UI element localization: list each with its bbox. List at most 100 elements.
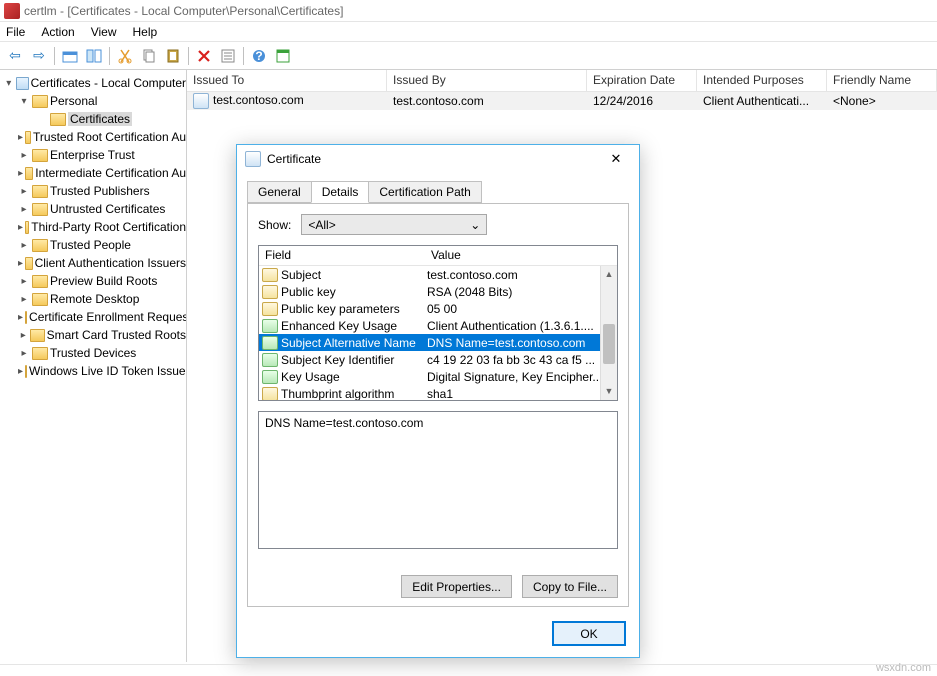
tree-item[interactable]: ▸Trusted People (0, 236, 186, 254)
copy-button[interactable] (138, 45, 160, 67)
toolbar-separator (188, 47, 189, 65)
field-name: Subject Alternative Name (281, 336, 427, 350)
tree-item[interactable]: ▸Enterprise Trust (0, 146, 186, 164)
tab-certification-path[interactable]: Certification Path (368, 181, 481, 203)
tree-root[interactable]: ▾Certificates - Local Computer (0, 74, 186, 92)
forward-button[interactable] (28, 45, 50, 67)
close-icon[interactable]: ✕ (601, 151, 631, 167)
field-row[interactable]: Public key parameters05 00 (259, 300, 617, 317)
field-row[interactable]: Public keyRSA (2048 Bits) (259, 283, 617, 300)
field-name: Enhanced Key Usage (281, 319, 427, 333)
tree-item[interactable]: ▸Certificate Enrollment Reques (0, 308, 186, 326)
refresh-button[interactable] (272, 45, 294, 67)
tree-item[interactable]: ▸Trusted Root Certification Au (0, 128, 186, 146)
show-value: <All> (308, 218, 335, 232)
toolbar-separator (243, 47, 244, 65)
col-expiration[interactable]: Expiration Date (587, 70, 697, 91)
field-icon (262, 319, 278, 333)
show-dropdown[interactable]: <All> ⌄ (301, 214, 487, 235)
cell-expiration: 12/24/2016 (587, 94, 697, 108)
tab-general[interactable]: General (247, 181, 312, 203)
tree-item[interactable]: ▸Remote Desktop (0, 290, 186, 308)
cell-purposes: Client Authenticati... (697, 94, 827, 108)
col-field[interactable]: Field (259, 246, 425, 265)
col-value[interactable]: Value (425, 246, 617, 265)
field-row[interactable]: Thumbprint algorithmsha1 (259, 385, 617, 400)
field-row[interactable]: Subject Key Identifierc4 19 22 03 fa bb … (259, 351, 617, 368)
col-purposes[interactable]: Intended Purposes (697, 70, 827, 91)
tree-item-personal[interactable]: ▾Personal (0, 92, 186, 110)
field-icon (262, 353, 278, 367)
watermark: wsxdn.com (876, 662, 931, 674)
col-friendly[interactable]: Friendly Name (827, 70, 937, 91)
tree-item[interactable]: ▸Third-Party Root Certification (0, 218, 186, 236)
field-row[interactable]: Subjecttest.contoso.com (259, 266, 617, 283)
fields-list-box: Field Value Subjecttest.contoso.comPubli… (258, 245, 618, 401)
field-value: sha1 (427, 387, 617, 401)
field-icon (262, 302, 278, 316)
tree-item-certificates[interactable]: Certificates (0, 110, 186, 128)
tree-item[interactable]: ▸Client Authentication Issuers (0, 254, 186, 272)
menu-file[interactable]: File (6, 25, 25, 39)
help-button[interactable]: ? (248, 45, 270, 67)
app-icon (4, 3, 20, 19)
certificate-row[interactable]: test.contoso.com test.contoso.com 12/24/… (187, 92, 937, 110)
tree-item[interactable]: ▸Intermediate Certification Au (0, 164, 186, 182)
scroll-up-icon[interactable]: ▲ (601, 266, 617, 283)
toolbar-separator (54, 47, 55, 65)
field-icon (262, 387, 278, 401)
toolbar-separator (109, 47, 110, 65)
tree-pane[interactable]: ▾Certificates - Local Computer ▾Personal… (0, 70, 187, 662)
field-row[interactable]: Enhanced Key UsageClient Authentication … (259, 317, 617, 334)
up-button[interactable] (59, 45, 81, 67)
cell-friendly: <None> (827, 94, 937, 108)
tree-item[interactable]: ▸Untrusted Certificates (0, 200, 186, 218)
ok-button[interactable]: OK (553, 622, 625, 645)
dialog-tabs: General Details Certification Path (247, 181, 629, 203)
col-issued-to[interactable]: Issued To (187, 70, 387, 91)
field-name: Key Usage (281, 370, 427, 384)
cell-issued-by: test.contoso.com (387, 94, 587, 108)
field-row[interactable]: Key UsageDigital Signature, Key Encipher… (259, 368, 617, 385)
edit-properties-button[interactable]: Edit Properties... (401, 575, 512, 598)
tree-item[interactable]: ▸Smart Card Trusted Roots (0, 326, 186, 344)
field-detail[interactable]: DNS Name=test.contoso.com (258, 411, 618, 549)
svg-text:?: ? (255, 49, 262, 63)
cut-button[interactable] (114, 45, 136, 67)
paste-button[interactable] (162, 45, 184, 67)
field-name: Thumbprint algorithm (281, 387, 427, 401)
back-button[interactable] (4, 45, 26, 67)
fields-list[interactable]: Subjecttest.contoso.comPublic keyRSA (20… (259, 266, 617, 400)
delete-button[interactable] (193, 45, 215, 67)
tree-item[interactable]: ▸Windows Live ID Token Issuer (0, 362, 186, 380)
show-hide-button[interactable] (83, 45, 105, 67)
tree-item[interactable]: ▸Trusted Devices (0, 344, 186, 362)
tree-item[interactable]: ▸Preview Build Roots (0, 272, 186, 290)
field-value: DNS Name=test.contoso.com (427, 336, 617, 350)
menu-help[interactable]: Help (133, 25, 158, 39)
certificate-icon (193, 93, 209, 109)
scroll-thumb[interactable] (603, 324, 615, 364)
scroll-down-icon[interactable]: ▼ (601, 383, 617, 400)
details-panel: Show: <All> ⌄ Field Value Subjecttest.co… (247, 203, 629, 607)
tree-item[interactable]: ▸Trusted Publishers (0, 182, 186, 200)
show-label: Show: (258, 218, 291, 232)
properties-button[interactable] (217, 45, 239, 67)
cell-issued-to: test.contoso.com (213, 93, 304, 107)
dialog-titlebar[interactable]: Certificate ✕ (237, 145, 639, 173)
field-row[interactable]: Subject Alternative NameDNS Name=test.co… (259, 334, 617, 351)
menu-action[interactable]: Action (41, 25, 74, 39)
scrollbar[interactable]: ▲ ▼ (600, 266, 617, 400)
tab-details[interactable]: Details (311, 181, 370, 203)
field-value: c4 19 22 03 fa bb 3c 43 ca f5 ... (427, 353, 617, 367)
field-name: Subject (281, 268, 427, 282)
menu-view[interactable]: View (91, 25, 117, 39)
field-icon (262, 285, 278, 299)
field-icon (262, 336, 278, 350)
title-bar: certlm - [Certificates - Local Computer\… (0, 0, 937, 22)
col-issued-by[interactable]: Issued By (387, 70, 587, 91)
field-name: Subject Key Identifier (281, 353, 427, 367)
field-name: Public key (281, 285, 427, 299)
field-icon (262, 370, 278, 384)
copy-to-file-button[interactable]: Copy to File... (522, 575, 618, 598)
